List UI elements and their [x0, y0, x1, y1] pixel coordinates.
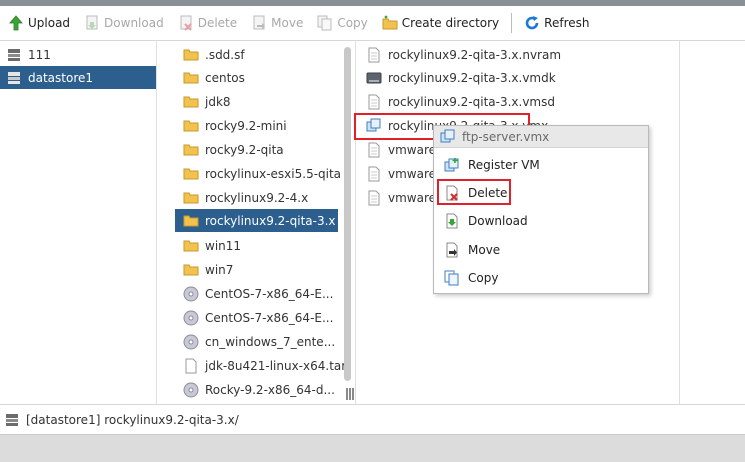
vm-config-icon [440, 129, 456, 145]
context-menu: ftp-server.vmx Register VM Delete Downlo… [433, 125, 649, 294]
folder-item[interactable]: win7 [183, 258, 233, 281]
datastore-icon [4, 412, 20, 428]
column-resize-grip[interactable] [346, 388, 354, 400]
folder-item[interactable]: rocky9.2-qita [183, 138, 284, 161]
file-item[interactable]: vmware- [366, 162, 440, 185]
folder-icon [183, 166, 199, 182]
virtual-disk-icon [366, 70, 382, 86]
folder-pane-scrollbar[interactable] [344, 47, 351, 381]
register-vm-icon [444, 157, 460, 173]
folder-icon [183, 47, 199, 63]
file-item[interactable]: rockylinux9.2-qita-3.x.nvram [366, 43, 561, 66]
move-button[interactable]: Move [247, 11, 307, 35]
document-icon [183, 358, 199, 374]
disc-icon [183, 334, 199, 350]
folder-icon [183, 213, 199, 229]
folder-icon [183, 238, 199, 254]
delete-icon [178, 15, 194, 31]
folder-item[interactable]: win11 [183, 234, 241, 257]
folder-item[interactable]: jdk8 [183, 90, 231, 113]
file-item[interactable]: rockylinux9.2-qita-3.x.vmsd [366, 90, 555, 113]
folder-item[interactable]: rockylinux-esxi5.5-qita [183, 162, 341, 185]
document-icon [366, 142, 382, 158]
folder-pane: .sdd.sf centos jdk8 rocky9.2-mini rocky9… [157, 41, 356, 404]
current-path: [datastore1] rockylinux9.2-qita-3.x/ [26, 412, 239, 427]
disc-icon [183, 310, 199, 326]
download-icon [444, 213, 460, 229]
folder-icon [183, 118, 199, 134]
folder-item-selected[interactable]: rockylinux9.2-qita-3.x [175, 209, 338, 232]
folder-icon [183, 94, 199, 110]
datastore-pane: 111 datastore1 [0, 41, 168, 404]
delete-highlight-box [437, 179, 511, 205]
folder-item[interactable]: rocky9.2-mini [183, 114, 287, 137]
menu-item-copy[interactable]: Copy [434, 266, 648, 290]
upload-button[interactable]: Upload [4, 11, 74, 35]
folder-item[interactable]: centos [183, 66, 245, 89]
folder-icon [183, 70, 199, 86]
datastore-item[interactable]: datastore1 [0, 66, 156, 89]
folder-icon [183, 262, 199, 278]
copy-button[interactable]: Copy [313, 11, 371, 35]
file-item[interactable]: cn_windows_7_ente... [183, 330, 335, 353]
copy-icon [317, 15, 333, 31]
download-button[interactable]: Download [80, 11, 168, 35]
menu-item-download[interactable]: Download [434, 209, 648, 233]
toolbar-separator [511, 13, 513, 33]
document-icon [366, 94, 382, 110]
refresh-button[interactable]: Refresh [520, 11, 593, 35]
move-icon [444, 242, 460, 258]
file-item[interactable]: CentOS-7-x86_64-E... [183, 306, 333, 329]
bottom-strip [0, 434, 745, 462]
file-item[interactable]: rockylinux9.2-qita-3.x.vmdk [366, 66, 556, 89]
context-menu-header: ftp-server.vmx [434, 126, 648, 148]
datastore-item[interactable]: 111 [0, 43, 156, 66]
folder-icon [183, 142, 199, 158]
delete-button[interactable]: Delete [174, 11, 241, 35]
folder-icon [183, 190, 199, 206]
empty-pane [680, 41, 745, 404]
upload-icon [8, 15, 24, 31]
refresh-icon [524, 15, 540, 31]
disc-icon [183, 286, 199, 302]
document-icon [366, 190, 382, 206]
menu-item-register-vm[interactable]: Register VM [434, 153, 648, 177]
file-item[interactable]: vmware.l [366, 186, 443, 209]
copy-icon [444, 270, 460, 286]
move-icon [251, 15, 267, 31]
datastore-icon [6, 70, 22, 86]
document-icon [366, 47, 382, 63]
menu-item-move[interactable]: Move [434, 238, 648, 262]
file-item[interactable]: Rocky-9.2-x86_64-d... [183, 378, 335, 401]
document-icon [366, 166, 382, 182]
download-icon [84, 15, 100, 31]
folder-item[interactable]: .sdd.sf [183, 43, 245, 66]
datastore-icon [6, 47, 22, 63]
status-bar: [datastore1] rockylinux9.2-qita-3.x/ [0, 404, 745, 434]
toolbar: Upload Download Delete Move Copy Create … [0, 6, 745, 41]
folder-item[interactable]: rockylinux9.2-4.x [183, 186, 308, 209]
new-folder-icon [382, 15, 398, 31]
file-item[interactable]: CentOS-7-x86_64-E... [183, 282, 333, 305]
file-item[interactable]: vmware- [366, 138, 440, 161]
disc-icon [183, 382, 199, 398]
file-item[interactable]: jdk-8u421-linux-x64.tar [183, 354, 346, 377]
create-directory-button[interactable]: Create directory [378, 11, 503, 35]
